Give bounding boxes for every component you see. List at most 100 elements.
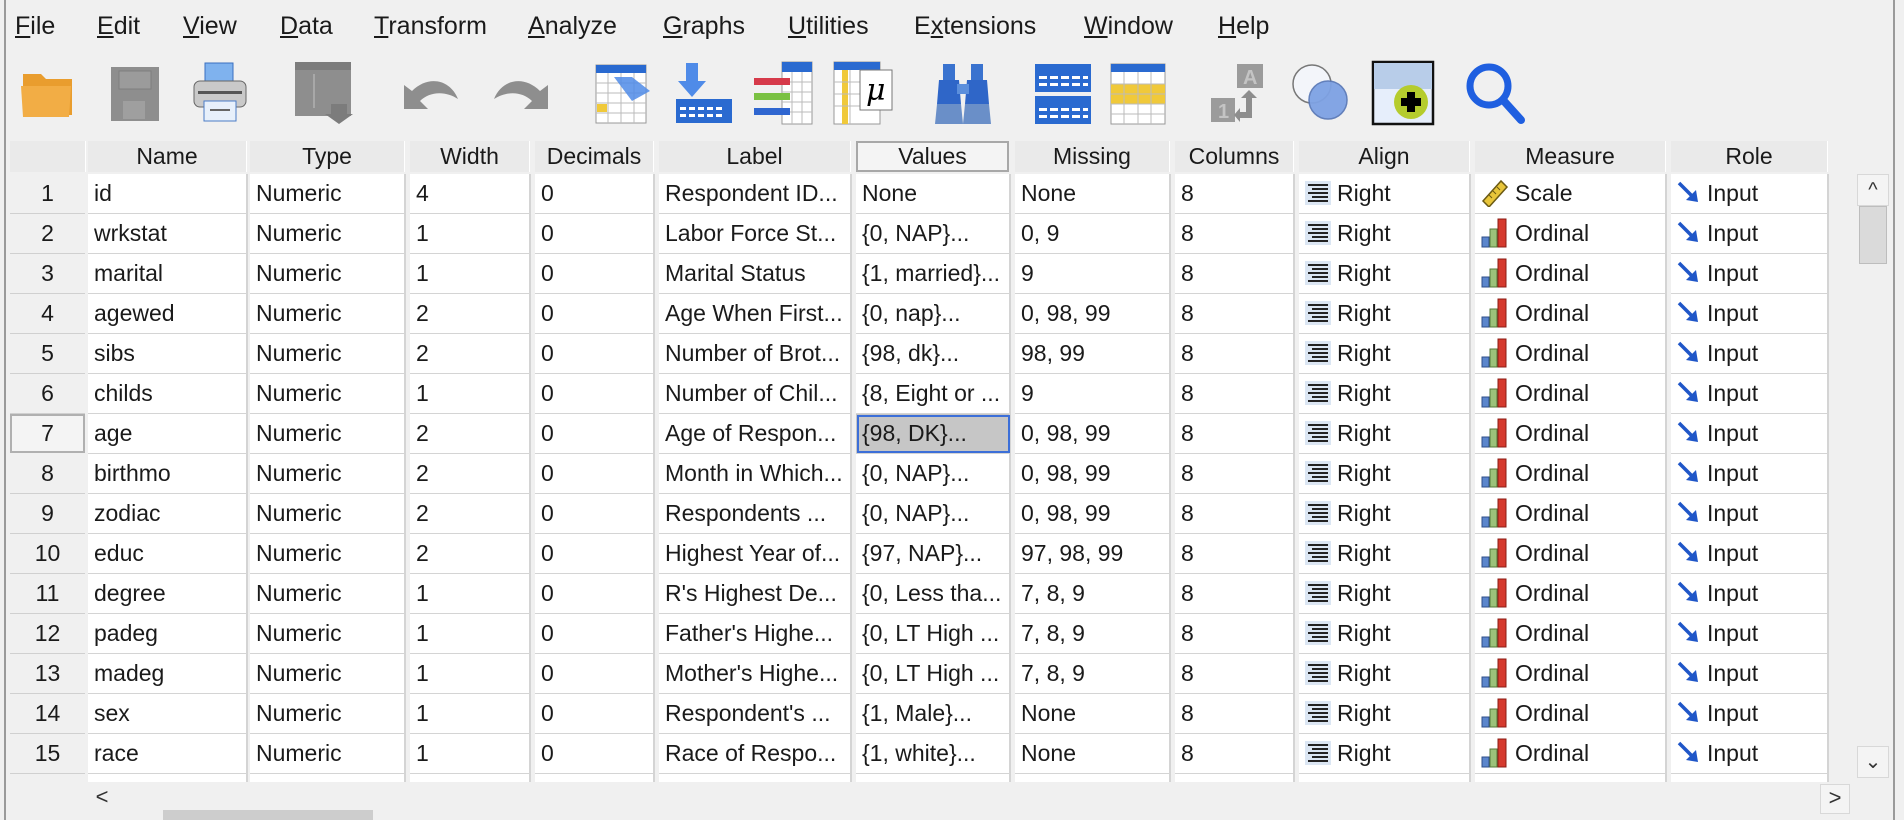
row-number[interactable]: 12 bbox=[10, 614, 85, 654]
cell-values[interactable]: {8, Eight or ... bbox=[856, 374, 1011, 414]
column-header-missing[interactable]: Missing bbox=[1015, 141, 1170, 172]
row-number[interactable]: 3 bbox=[10, 254, 85, 294]
cell-missing[interactable]: None bbox=[1015, 734, 1171, 774]
cell-role[interactable]: Input bbox=[1671, 574, 1829, 614]
variables-button[interactable] bbox=[750, 58, 816, 128]
cell-width[interactable]: 1 bbox=[410, 734, 531, 774]
cell-width[interactable]: 4 bbox=[410, 174, 531, 214]
cell-name[interactable]: sex bbox=[88, 694, 248, 734]
cell-decimals[interactable]: 0 bbox=[535, 534, 655, 574]
cell-name[interactable]: degree bbox=[88, 574, 248, 614]
cell-measure[interactable]: Ordinal bbox=[1475, 294, 1667, 334]
cell-role[interactable]: Input bbox=[1671, 534, 1829, 574]
cell-type[interactable]: Numeric bbox=[250, 574, 406, 614]
column-header-type[interactable]: Type bbox=[250, 141, 405, 172]
cell-width[interactable]: 2 bbox=[410, 334, 531, 374]
cell-missing[interactable]: 9 bbox=[1015, 374, 1171, 414]
cell-role[interactable]: Input bbox=[1671, 254, 1829, 294]
cell-name[interactable]: agewed bbox=[88, 294, 248, 334]
cell-role[interactable]: Input bbox=[1671, 694, 1829, 734]
cell-values[interactable]: {0, LT High ... bbox=[856, 614, 1011, 654]
cell-name[interactable]: childs bbox=[88, 374, 248, 414]
cell-decimals[interactable]: 0 bbox=[535, 374, 655, 414]
cell-values[interactable]: {97, NAP}... bbox=[856, 534, 1011, 574]
cell-type[interactable]: Numeric bbox=[250, 454, 406, 494]
menu-edit[interactable]: Edit bbox=[97, 12, 140, 41]
row-number[interactable]: 6 bbox=[10, 374, 85, 414]
cell-measure[interactable]: Ordinal bbox=[1475, 494, 1667, 534]
cell-decimals[interactable]: 0 bbox=[535, 614, 655, 654]
cell-role[interactable]: Input bbox=[1671, 374, 1829, 414]
cell-values[interactable]: {0, nap}... bbox=[856, 294, 1011, 334]
column-header-role[interactable]: Role bbox=[1671, 141, 1828, 172]
cell-align[interactable]: Right bbox=[1299, 294, 1471, 334]
cell-label[interactable]: Respondent ID... bbox=[659, 174, 852, 214]
cell-columns[interactable]: 8 bbox=[1175, 494, 1295, 534]
open-button[interactable] bbox=[15, 58, 81, 128]
cell-measure[interactable]: Ordinal bbox=[1475, 374, 1667, 414]
go-to-variable-button[interactable] bbox=[670, 58, 736, 128]
cell-decimals[interactable]: 0 bbox=[535, 414, 655, 454]
cell-name[interactable]: zodiac bbox=[88, 494, 248, 534]
cell-columns[interactable]: 8 bbox=[1175, 334, 1295, 374]
customize-toolbar-button[interactable] bbox=[1370, 58, 1436, 128]
descriptive-statistics-button[interactable]: μ bbox=[830, 58, 896, 128]
cell-missing[interactable]: 0, 98, 99 bbox=[1015, 454, 1171, 494]
select-cases-button[interactable] bbox=[1105, 58, 1171, 128]
cell-align[interactable]: Right bbox=[1299, 374, 1471, 414]
cell-label[interactable]: Race of Respo... bbox=[659, 734, 852, 774]
cell-columns[interactable]: 8 bbox=[1175, 294, 1295, 334]
cell-role[interactable]: Input bbox=[1671, 494, 1829, 534]
cell-missing[interactable]: 7, 8, 9 bbox=[1015, 574, 1171, 614]
cell-name[interactable]: wrkstat bbox=[88, 214, 248, 254]
cell-type[interactable]: Numeric bbox=[250, 614, 406, 654]
cell-type[interactable]: Numeric bbox=[250, 214, 406, 254]
cell-width[interactable]: 2 bbox=[410, 454, 531, 494]
menu-extensions[interactable]: Extensions bbox=[914, 12, 1036, 41]
cell-columns[interactable]: 8 bbox=[1175, 734, 1295, 774]
cell-measure[interactable]: Ordinal bbox=[1475, 614, 1667, 654]
cell-name[interactable]: marital bbox=[88, 254, 248, 294]
recall-dialog-button[interactable] bbox=[290, 58, 356, 128]
cell-decimals[interactable]: 0 bbox=[535, 294, 655, 334]
cell-type[interactable]: Numeric bbox=[250, 534, 406, 574]
print-button[interactable] bbox=[187, 58, 253, 128]
cell-align[interactable]: Right bbox=[1299, 414, 1471, 454]
row-number[interactable]: 7 bbox=[10, 414, 85, 453]
cell-label[interactable]: Father's Highe... bbox=[659, 614, 852, 654]
cell-decimals[interactable]: 0 bbox=[535, 214, 655, 254]
cell-decimals[interactable]: 0 bbox=[535, 694, 655, 734]
go-to-case-button[interactable] bbox=[590, 58, 656, 128]
cell-measure[interactable]: Ordinal bbox=[1475, 334, 1667, 374]
cell-decimals[interactable]: 0 bbox=[535, 494, 655, 534]
cell-values[interactable]: {0, NAP}... bbox=[856, 454, 1011, 494]
cell-columns[interactable]: 8 bbox=[1175, 174, 1295, 214]
cell-label[interactable]: Number of Chil... bbox=[659, 374, 852, 414]
cell-width[interactable]: 2 bbox=[410, 294, 531, 334]
cell-measure[interactable]: Ordinal bbox=[1475, 654, 1667, 694]
cell-align[interactable]: Right bbox=[1299, 534, 1471, 574]
cell-values[interactable]: {0, NAP}... bbox=[856, 214, 1011, 254]
cell-width[interactable]: 2 bbox=[410, 494, 531, 534]
cell-missing[interactable]: None bbox=[1015, 174, 1171, 214]
cell-decimals[interactable]: 0 bbox=[535, 334, 655, 374]
horizontal-scrollbar[interactable]: < > bbox=[88, 784, 1850, 814]
cell-measure[interactable]: Ordinal bbox=[1475, 734, 1667, 774]
cell-columns[interactable]: 8 bbox=[1175, 694, 1295, 734]
column-header-label[interactable]: Label bbox=[659, 141, 851, 172]
use-variable-sets-button[interactable] bbox=[1288, 58, 1354, 128]
cell-values[interactable]: None bbox=[856, 174, 1011, 214]
cell-type[interactable]: Numeric bbox=[250, 174, 406, 214]
cell-missing[interactable]: 7, 8, 9 bbox=[1015, 614, 1171, 654]
cell-align[interactable]: Right bbox=[1299, 254, 1471, 294]
value-labels-button[interactable]: A 1 bbox=[1205, 58, 1271, 128]
menu-file[interactable]: File bbox=[15, 12, 55, 41]
row-number[interactable]: 1 bbox=[10, 174, 85, 214]
cell-align[interactable]: Right bbox=[1299, 174, 1471, 214]
cell-name[interactable]: educ bbox=[88, 534, 248, 574]
cell-align[interactable]: Right bbox=[1299, 494, 1471, 534]
cell-columns[interactable]: 8 bbox=[1175, 454, 1295, 494]
cell-name[interactable]: madeg bbox=[88, 654, 248, 694]
cell-measure[interactable]: Scale bbox=[1475, 174, 1667, 214]
cell-missing[interactable]: 98, 99 bbox=[1015, 334, 1171, 374]
